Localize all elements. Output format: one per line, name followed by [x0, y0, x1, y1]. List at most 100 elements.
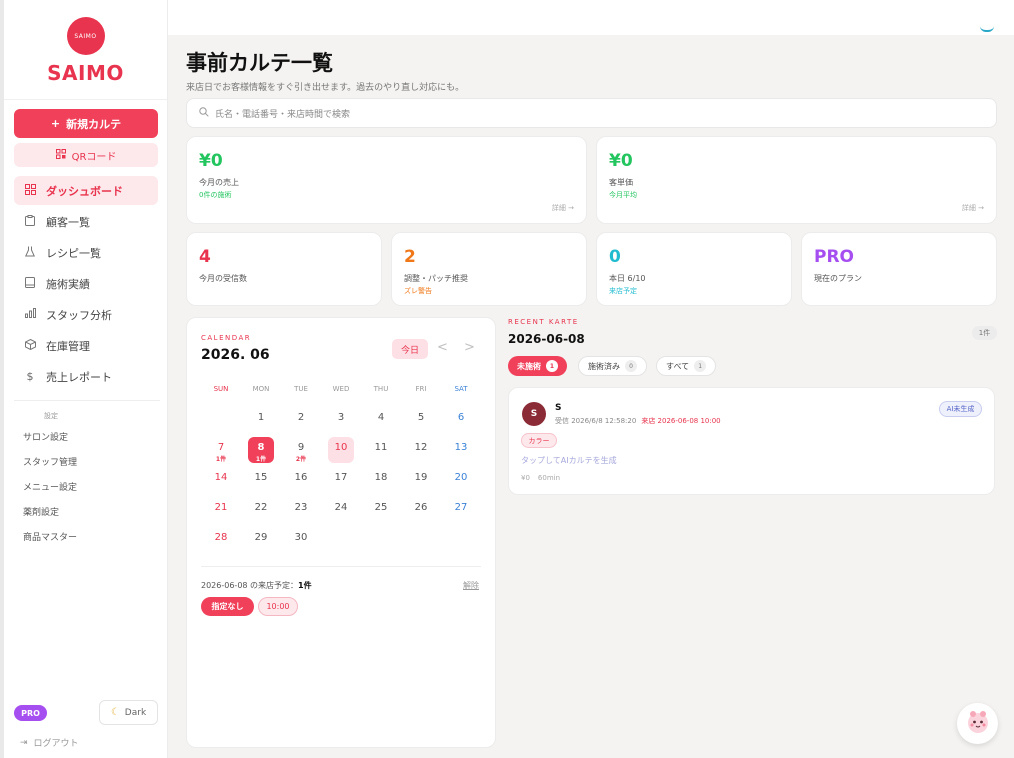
nav-item-dashboard[interactable]: ダッシュボード: [14, 176, 158, 205]
nav-item-staff-analysis[interactable]: スタッフ分析: [14, 300, 158, 329]
nav-item-treatments[interactable]: 施術実績: [14, 269, 158, 298]
dashboard-icon: [24, 183, 36, 198]
dark-mode-toggle[interactable]: ☾ Dark: [99, 700, 158, 725]
avg-price-card[interactable]: ¥0 客単価 今月平均 詳細 →: [596, 136, 997, 224]
avg-price-detail-link[interactable]: 詳細 →: [962, 203, 984, 213]
day-number: 12: [414, 442, 428, 453]
nav-item-inventory[interactable]: 在庫管理: [14, 331, 158, 360]
filter-pill-time[interactable]: 10:00: [258, 597, 298, 616]
calendar-day[interactable]: 21: [201, 495, 241, 525]
tab-count: 1: [546, 360, 558, 372]
nav-label: ダッシュボード: [46, 184, 123, 198]
prev-month-button[interactable]: <: [437, 340, 448, 355]
calendar-day[interactable]: 26: [401, 495, 441, 525]
calendar-day[interactable]: 27: [441, 495, 481, 525]
calendar-day[interactable]: 30: [281, 525, 321, 555]
plan-card[interactable]: PRO 現在のプラン: [801, 232, 997, 306]
calendar-day[interactable]: 4: [361, 405, 401, 435]
tab-count: 1: [694, 360, 707, 372]
settings-item-chemicals[interactable]: 薬剤設定: [23, 505, 77, 530]
calendar-day[interactable]: 28: [201, 525, 241, 555]
assistant-mascot-button[interactable]: [957, 703, 998, 744]
sales-detail-link[interactable]: 詳細 →: [552, 203, 574, 213]
tab-untreated[interactable]: 未施術 1: [508, 356, 567, 376]
calendar-day[interactable]: 10: [321, 435, 361, 465]
day-number: 24: [334, 502, 348, 513]
today-sub: 来店予定: [609, 287, 637, 295]
calendar-day[interactable]: 1: [241, 405, 281, 435]
calendar-day[interactable]: 5: [401, 405, 441, 435]
settings-item-products[interactable]: 商品マスター: [23, 530, 77, 555]
clear-selection-link[interactable]: 解除: [463, 580, 479, 591]
calendar-day[interactable]: 18: [361, 465, 401, 495]
calendar-day[interactable]: 13: [441, 435, 481, 465]
brand-name: SAIMO: [47, 61, 124, 85]
menu-tag: カラー: [521, 433, 557, 448]
nav-label: 売上レポート: [46, 370, 112, 384]
weekday-label: THU: [373, 385, 389, 393]
user-avatar-icon[interactable]: [980, 26, 994, 32]
weekday-label: FRI: [415, 385, 427, 393]
settings-item-staff[interactable]: スタッフ管理: [23, 455, 77, 480]
logout-button[interactable]: ⇥ ログアウト: [20, 736, 79, 750]
today-label: 本日 6/10: [609, 274, 646, 283]
bar-chart-icon: [24, 308, 36, 321]
brand-logo[interactable]: SAIMO SAIMO: [4, 0, 167, 100]
plus-icon: +: [50, 117, 61, 130]
calendar-day[interactable]: 17: [321, 465, 361, 495]
calendar-day[interactable]: 19: [401, 465, 441, 495]
settings-item-menu[interactable]: メニュー設定: [23, 480, 77, 505]
tab-count: 0: [625, 360, 637, 372]
calendar-day[interactable]: 2: [281, 405, 321, 435]
sales-card[interactable]: ¥0 今月の売上 0件の施術 詳細 →: [186, 136, 587, 224]
nav-item-customers[interactable]: 顧客一覧: [14, 207, 158, 236]
calendar-day[interactable]: 15: [241, 465, 281, 495]
tab-all[interactable]: すべて 1: [656, 356, 717, 376]
filter-pill-unassigned[interactable]: 指定なし: [201, 597, 254, 616]
calendar-day[interactable]: 29: [241, 525, 281, 555]
logout-label: ログアウト: [33, 739, 79, 749]
today-button[interactable]: 今日: [392, 339, 428, 359]
calendar-day[interactable]: 25: [361, 495, 401, 525]
calendar-day[interactable]: 22: [241, 495, 281, 525]
tab-treated[interactable]: 施術済み 0: [578, 356, 647, 376]
sidebar: SAIMO SAIMO + 新規カルテ QRコード ダッシュボード 顧客一覧 レ…: [0, 0, 168, 758]
calendar-day[interactable]: 12: [401, 435, 441, 465]
page-subtitle: 来店日でお客様情報をすぐ引き出せます。過去のやり直し対応にも。: [186, 83, 465, 93]
calendar-day[interactable]: 9 2件: [281, 435, 321, 465]
qr-code-button[interactable]: QRコード: [14, 143, 158, 167]
received-card[interactable]: 4 今月の受信数: [186, 232, 382, 306]
calendar-day[interactable]: 20: [441, 465, 481, 495]
calendar-panel: CALENDAR 2026. 06 今日 < > SUN MON TUE WED THU…: [186, 317, 496, 748]
generate-ai-karte-link[interactable]: タップしてAIカルテを生成: [521, 455, 617, 466]
day-number: 16: [294, 472, 308, 483]
calendar-day[interactable]: 14: [201, 465, 241, 495]
nav-label: スタッフ分析: [46, 308, 112, 322]
new-karte-button[interactable]: + 新規カルテ: [14, 109, 158, 138]
calendar-day[interactable]: 11: [361, 435, 401, 465]
calendar-day[interactable]: 23: [281, 495, 321, 525]
calendar-day[interactable]: 8 1件: [241, 435, 281, 465]
nav-item-recipes[interactable]: レシピ一覧: [14, 238, 158, 267]
patch-card[interactable]: 2 調整・パッチ推奨 ズレ警告: [391, 232, 587, 306]
calendar-day[interactable]: 7 1件: [201, 435, 241, 465]
settings-item-salon[interactable]: サロン設定: [23, 430, 77, 455]
day-number: 30: [294, 532, 308, 543]
plan-label: 現在のプラン: [814, 274, 862, 283]
calendar-day[interactable]: 16: [281, 465, 321, 495]
today-card[interactable]: 0 本日 6/10 来店予定: [596, 232, 792, 306]
next-month-button[interactable]: >: [464, 340, 475, 355]
nav-item-sales-report[interactable]: $ 売上レポート: [14, 362, 158, 391]
calendar-day[interactable]: 6: [441, 405, 481, 435]
day-number: 3: [337, 412, 345, 423]
day-number: 21: [214, 502, 228, 513]
search-input[interactable]: 氏名・電話番号・来店時間で検索: [186, 98, 997, 128]
calendar-day[interactable]: 3: [321, 405, 361, 435]
avg-price-sub: 今月平均: [609, 191, 637, 199]
day-number: 5: [417, 412, 425, 423]
calendar-kicker: CALENDAR: [201, 334, 252, 342]
calendar-day[interactable]: 24: [321, 495, 361, 525]
day-number: 13: [454, 442, 468, 453]
karte-card[interactable]: S S 受信 2026/6/8 12:58:20 来店 2026-06-08 10…: [508, 387, 995, 495]
plan-badge: PRO: [14, 705, 47, 721]
